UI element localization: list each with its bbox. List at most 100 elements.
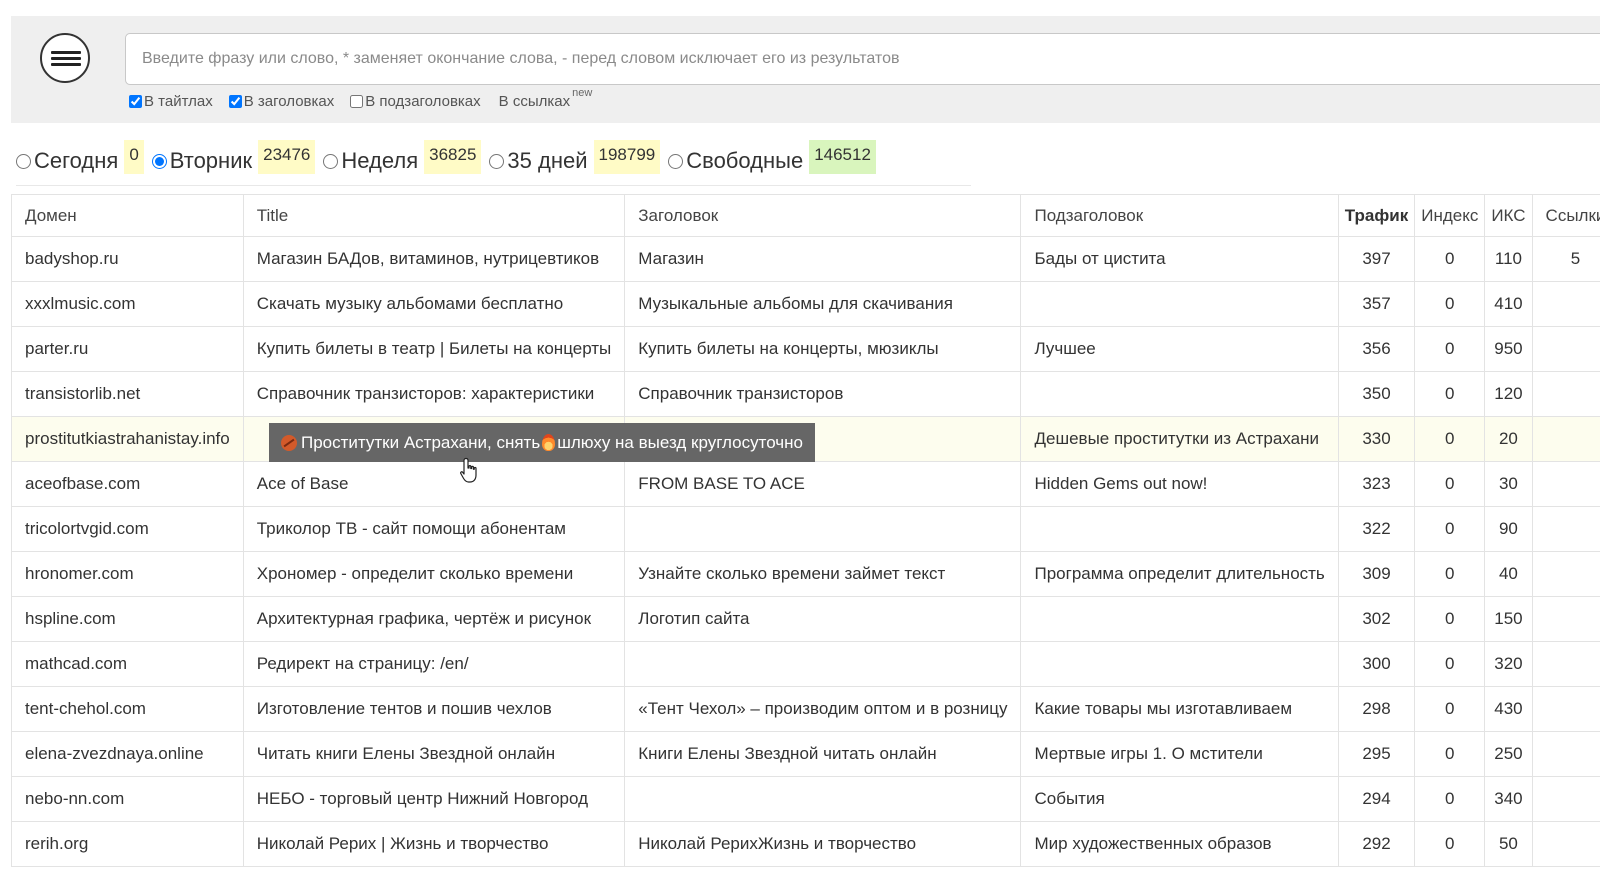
cell-links: 5 bbox=[1531, 236, 1600, 282]
cell-traffic: 295 bbox=[1337, 731, 1416, 777]
table-row[interactable]: tent-chehol.com Изготовление тентов и пош… bbox=[11, 686, 1600, 732]
filter-subheadings-label: В подзаголовках bbox=[365, 92, 481, 110]
cell-title: Магазин БАДов, витаминов, нутрицевтиков bbox=[242, 236, 626, 282]
cell-title: Ace of Base bbox=[242, 461, 626, 507]
table-row[interactable]: tricolortvgid.com Триколор ТВ - сайт помо… bbox=[11, 506, 1600, 552]
table-row[interactable]: parter.ru Купить билеты в театр | Билеты … bbox=[11, 326, 1600, 372]
period-option[interactable]: Сегодня 0 bbox=[16, 140, 144, 178]
table-row[interactable]: mathcad.com Редирект на страницу: /en/300… bbox=[11, 641, 1600, 687]
col-header-links[interactable]: Ссылки bbox=[1531, 194, 1600, 237]
cell-traffic: 397 bbox=[1337, 236, 1416, 282]
cell-title: Архитектурная графика, чертёж и рисунок bbox=[242, 596, 626, 642]
cell-index: 0 bbox=[1414, 821, 1486, 867]
filter-subheadings[interactable]: В подзаголовках bbox=[350, 92, 481, 110]
cell-links bbox=[1531, 821, 1600, 867]
menu-line bbox=[51, 57, 81, 60]
table-row[interactable]: xxxlmusic.com Скачать музыку альбомами бе… bbox=[11, 281, 1600, 327]
cell-domain[interactable]: tricolortvgid.com bbox=[11, 506, 244, 552]
new-badge: new bbox=[572, 87, 593, 99]
period-option[interactable]: Свободные 146512 bbox=[668, 140, 876, 178]
cell-domain[interactable]: badyshop.ru bbox=[11, 236, 244, 282]
cell-domain[interactable]: mathcad.com bbox=[11, 641, 244, 687]
cell-index: 0 bbox=[1414, 641, 1486, 687]
period-radio[interactable] bbox=[323, 153, 339, 169]
cell-domain[interactable]: elena-zvezdnaya.online bbox=[11, 731, 244, 777]
cell-domain[interactable]: hspline.com bbox=[11, 596, 244, 642]
col-header-subheading[interactable]: Подзаголовок bbox=[1020, 194, 1339, 237]
period-option[interactable]: Неделя 36825 bbox=[323, 140, 482, 178]
cell-title: Скачать музыку альбомами бесплатно bbox=[242, 281, 626, 327]
cell-iks: 430 bbox=[1484, 686, 1533, 732]
period-radio[interactable] bbox=[489, 153, 505, 169]
cell-subheading: Программа определит длительность bbox=[1020, 551, 1339, 597]
search-input[interactable] bbox=[125, 33, 1600, 85]
cell-traffic: 323 bbox=[1337, 461, 1416, 507]
cell-heading: Книги Елены Звездной читать онлайн bbox=[624, 731, 1022, 777]
col-header-title[interactable]: Title bbox=[242, 194, 626, 237]
col-header-heading[interactable]: Заголовок bbox=[624, 194, 1022, 237]
cell-domain[interactable]: aceofbase.com bbox=[11, 461, 244, 507]
title-tooltip: Проститутки Астрахани, снять шлюху на вы… bbox=[269, 423, 815, 462]
period-radio[interactable] bbox=[16, 153, 31, 169]
period-label: Вторник bbox=[169, 148, 253, 173]
cell-title: НЕБО - торговый центр Нижний Новгород bbox=[242, 776, 626, 822]
filter-subheadings-checkbox[interactable] bbox=[350, 94, 364, 108]
col-header-domain[interactable]: Домен bbox=[11, 194, 244, 237]
filter-titles-label: В тайтлах bbox=[144, 92, 213, 110]
period-count-badge: 146512 bbox=[809, 140, 876, 174]
table-body: badyshop.ru Магазин БАДов, витаминов, нут… bbox=[11, 236, 1600, 867]
col-header-index[interactable]: Индекс bbox=[1414, 194, 1486, 237]
table-row[interactable]: transistorlib.net Справочник транзисторов… bbox=[11, 371, 1600, 417]
table-row[interactable]: hspline.com Архитектурная графика, чертёж… bbox=[11, 596, 1600, 642]
filter-links-label: В ссылках bbox=[498, 92, 571, 110]
cell-domain[interactable]: xxxlmusic.com bbox=[11, 281, 244, 327]
table-row[interactable]: badyshop.ru Магазин БАДов, витаминов, нут… bbox=[11, 236, 1600, 282]
cell-subheading bbox=[1020, 596, 1339, 642]
hamburger-menu-button[interactable] bbox=[40, 33, 90, 83]
table-row[interactable]: elena-zvezdnaya.online Читать книги Елены… bbox=[11, 731, 1600, 777]
cell-domain[interactable]: parter.ru bbox=[11, 326, 244, 372]
cell-domain[interactable]: nebo-nn.com bbox=[11, 776, 244, 822]
filter-headings[interactable]: В заголовках bbox=[228, 93, 334, 110]
period-count-badge: 198799 bbox=[593, 140, 661, 174]
cell-domain[interactable]: tent-chehol.com bbox=[11, 686, 244, 732]
period-count-badge: 0 bbox=[124, 140, 144, 174]
cell-index: 0 bbox=[1414, 326, 1486, 372]
cell-heading: «Тент Чехол» – производим оптом и в розн… bbox=[624, 686, 1022, 732]
filter-titles[interactable]: В тайтлах bbox=[129, 93, 213, 110]
cell-iks: 950 bbox=[1484, 326, 1533, 372]
col-header-iks[interactable]: ИКС bbox=[1484, 194, 1533, 237]
filter-links[interactable]: В ссылках new bbox=[498, 87, 593, 110]
tooltip-text-end: шлюху на выезд круглосуточно bbox=[557, 432, 803, 452]
menu-line bbox=[51, 63, 81, 66]
table-row[interactable]: aceofbase.com Ace of Base FROM BASE TO ACE… bbox=[11, 461, 1600, 507]
table-row[interactable]: rerih.org Николай Рерих | Жизнь и творчес… bbox=[11, 821, 1600, 867]
cell-subheading bbox=[1020, 641, 1339, 687]
cell-domain[interactable]: transistorlib.net bbox=[11, 371, 244, 417]
hand-cursor-icon bbox=[460, 457, 477, 483]
col-header-traffic[interactable]: Трафик bbox=[1337, 194, 1416, 237]
menu-line bbox=[51, 51, 81, 54]
cell-traffic: 350 bbox=[1337, 371, 1416, 417]
cell-domain[interactable]: hronomer.com bbox=[11, 551, 244, 597]
cell-domain[interactable]: rerih.org bbox=[11, 821, 244, 867]
cell-links bbox=[1531, 326, 1600, 372]
table-row[interactable]: nebo-nn.com НЕБО - торговый центр Нижний … bbox=[11, 776, 1600, 822]
cell-links bbox=[1531, 731, 1600, 777]
period-radio[interactable] bbox=[668, 153, 684, 169]
cell-index: 0 bbox=[1414, 416, 1486, 462]
filter-titles-checkbox[interactable] bbox=[129, 94, 142, 108]
cell-subheading bbox=[1020, 371, 1339, 417]
period-label: 35 дней bbox=[507, 148, 588, 173]
period-count-badge: 36825 bbox=[424, 140, 482, 174]
period-radio[interactable] bbox=[151, 153, 167, 169]
cell-domain[interactable]: prostitutkiastrahanistay.info bbox=[11, 416, 244, 462]
cell-iks: 250 bbox=[1484, 731, 1533, 777]
period-option[interactable]: 35 дней 198799 bbox=[489, 140, 661, 178]
filter-headings-checkbox[interactable] bbox=[228, 94, 242, 108]
period-option[interactable]: Вторник 23476 bbox=[151, 140, 316, 178]
cell-index: 0 bbox=[1414, 281, 1486, 327]
table-row[interactable]: hronomer.com Хрономер - определит сколько… bbox=[11, 551, 1600, 597]
cell-traffic: 330 bbox=[1337, 416, 1416, 462]
cell-traffic: 294 bbox=[1337, 776, 1416, 822]
